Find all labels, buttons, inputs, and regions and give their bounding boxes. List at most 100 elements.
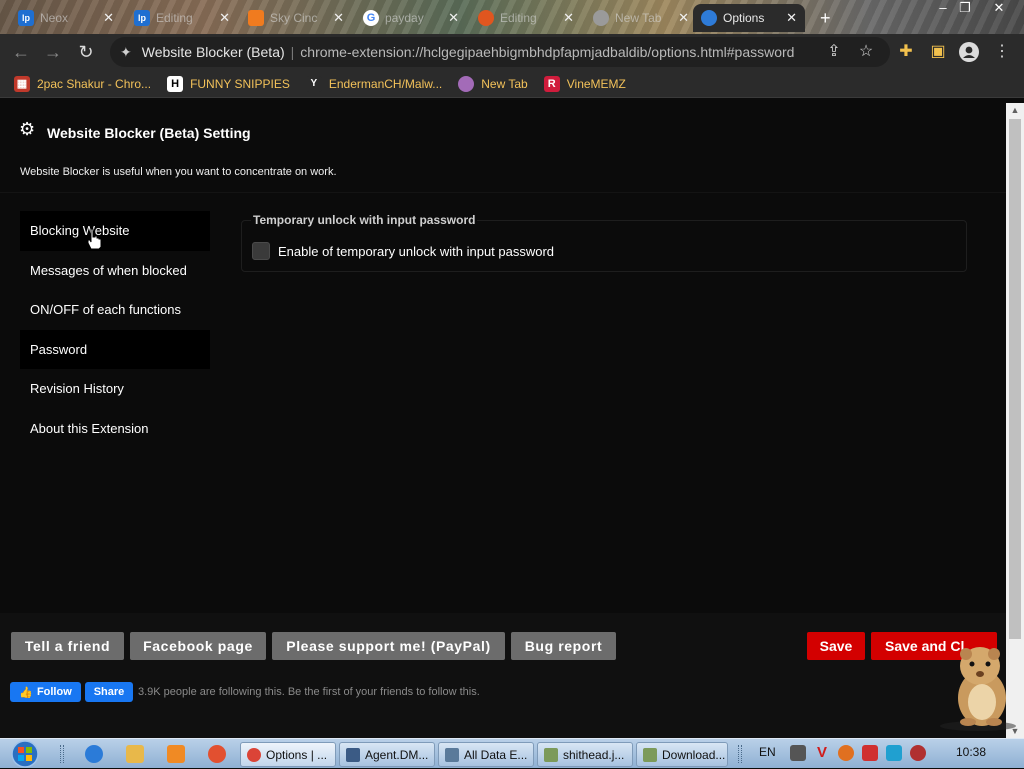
scroll-up-icon[interactable]: ▲: [1006, 103, 1024, 117]
minimize-icon[interactable]: –: [932, 0, 954, 18]
bookmark-new-tab[interactable]: New Tab: [458, 75, 528, 92]
temporary-unlock-row[interactable]: Enable of temporary unlock with input pa…: [252, 242, 554, 260]
bug-report-button[interactable]: Bug report: [511, 632, 616, 660]
extensions-icon[interactable]: ✚: [896, 42, 916, 62]
tab-editing-2[interactable]: Editing ✕: [470, 4, 582, 32]
task-options[interactable]: Options | ...: [240, 742, 336, 767]
tab-editing[interactable]: lp Editing ✕: [126, 4, 238, 32]
task-shithead[interactable]: shithead.j...: [537, 742, 633, 767]
temporary-unlock-checkbox[interactable]: [252, 242, 270, 260]
network-icon[interactable]: [886, 745, 902, 761]
facebook-page-button[interactable]: Facebook page: [130, 632, 266, 660]
facebook-follow-text: 3.9K people are following this. Be the f…: [138, 686, 480, 698]
address-bar[interactable]: ✦ Website Blocker (Beta) | chrome-extens…: [110, 37, 890, 67]
facebook-like-icon: 👍: [19, 686, 33, 699]
bookmark-2pac[interactable]: ▦ 2pac Shakur - Chro...: [14, 75, 151, 92]
windows-start-icon[interactable]: [8, 739, 42, 769]
tray-icon[interactable]: [790, 745, 806, 761]
menu-icon[interactable]: ⋮: [992, 42, 1012, 62]
bookmark-label: EndermanCH/Malw...: [328, 76, 443, 91]
task-label: Download...: [662, 747, 726, 762]
chrome-icon: [593, 10, 609, 26]
star-icon[interactable]: ☆: [856, 42, 876, 62]
language-indicator[interactable]: EN: [759, 745, 776, 759]
sidebar-item-revision-history[interactable]: Revision History: [20, 369, 210, 409]
bookmark-endermanch[interactable]: Y EndermanCH/Malw...: [305, 75, 443, 92]
page-subtitle: Website Blocker is useful when you want …: [20, 166, 337, 178]
reload-icon[interactable]: ↻: [75, 42, 97, 64]
ie-icon[interactable]: [85, 745, 103, 763]
close-icon[interactable]: ✕: [563, 10, 574, 26]
app-icon[interactable]: [208, 745, 226, 763]
bookmark-label: FUNNY SNIPPIES: [190, 76, 290, 91]
sidebar-item-blocking-website[interactable]: Blocking Website: [20, 211, 210, 251]
task-label: Agent.DM...: [365, 747, 429, 762]
antivirus-icon[interactable]: V: [814, 745, 830, 761]
new-tab-button[interactable]: +: [812, 4, 838, 32]
sidepanel-icon[interactable]: ▣: [928, 42, 948, 62]
lp-icon: lp: [134, 10, 150, 26]
tab-new-tab[interactable]: New Tab ✕: [585, 4, 697, 32]
script-icon: [643, 747, 657, 762]
tell-a-friend-button[interactable]: Tell a friend: [11, 632, 124, 660]
tab-label: Editing: [156, 11, 193, 25]
bookmark-icon: ▦: [14, 75, 30, 92]
yp-icon: Y: [305, 75, 322, 92]
bookmark-funny-snippies[interactable]: H FUNNY SNIPPIES: [167, 75, 290, 92]
tab-neox[interactable]: lp Neox ✕: [10, 4, 122, 32]
folder-icon[interactable]: [126, 745, 144, 763]
site-name: Website Blocker (Beta): [141, 44, 285, 60]
taskbar-grip: [738, 745, 742, 763]
browser-toolbar: ← → ↻ ✦ Website Blocker (Beta) | chrome-…: [0, 34, 1024, 70]
tab-label: Editing: [500, 11, 537, 25]
task-download[interactable]: Download...: [636, 742, 728, 767]
window-icon: [346, 747, 360, 762]
bookmark-vinememz[interactable]: R VineMEMZ: [543, 75, 626, 92]
google-icon: G: [363, 10, 379, 26]
task-label: All Data E...: [464, 747, 528, 762]
scroll-thumb[interactable]: [1009, 119, 1021, 639]
sidebar-item-about[interactable]: About this Extension: [20, 409, 210, 449]
r-icon: R: [543, 75, 560, 92]
paypal-support-button[interactable]: Please support me! (PayPal): [272, 632, 505, 660]
page-header: ⚙ Website Blocker (Beta) Setting Website…: [0, 103, 1006, 193]
clock[interactable]: 10:38: [956, 745, 986, 759]
close-icon[interactable]: ✕: [333, 10, 344, 26]
lp-icon: lp: [18, 10, 34, 26]
back-icon[interactable]: ←: [10, 42, 32, 64]
tab-sky-cinc[interactable]: Sky Cinc ✕: [240, 4, 352, 32]
close-icon[interactable]: ✕: [219, 10, 230, 26]
search-tray-icon[interactable]: [838, 745, 854, 761]
close-icon[interactable]: ✕: [103, 10, 114, 26]
facebook-share-button[interactable]: Share: [85, 682, 133, 702]
volume-icon[interactable]: [910, 745, 926, 761]
close-icon[interactable]: ✕: [448, 10, 459, 26]
orange-tab-icon: [248, 10, 264, 26]
save-button[interactable]: Save: [807, 632, 865, 660]
follow-label: Follow: [36, 686, 72, 698]
share-icon[interactable]: ⇪: [824, 42, 844, 62]
close-window-icon[interactable]: ✕: [988, 0, 1010, 18]
facebook-follow-button[interactable]: 👍 Follow: [10, 682, 81, 702]
tab-payday[interactable]: G payday ✕: [355, 4, 467, 32]
profile-icon[interactable]: [959, 42, 979, 62]
checkbox-label[interactable]: Enable of temporary unlock with input pa…: [278, 244, 554, 259]
close-icon[interactable]: ✕: [786, 10, 797, 26]
flag-icon[interactable]: [862, 745, 878, 761]
tab-options[interactable]: Options ✕: [693, 4, 805, 32]
media-player-icon[interactable]: [167, 745, 185, 763]
bookmarks-bar: ▦ 2pac Shakur - Chro... H FUNNY SNIPPIES…: [0, 70, 1024, 98]
close-icon[interactable]: ✕: [678, 10, 689, 26]
sidebar-item-onoff[interactable]: ON/OFF of each functions: [20, 290, 210, 330]
tab-label: payday: [385, 11, 424, 25]
windows-taskbar: Options | ... Agent.DM... All Data E... …: [0, 738, 1024, 768]
task-all-data[interactable]: All Data E...: [438, 742, 534, 767]
tab-label: New Tab: [615, 11, 662, 25]
maximize-icon[interactable]: ❐: [954, 0, 976, 18]
taskbar-grip: [60, 745, 64, 763]
script-icon: [544, 747, 558, 762]
task-agent[interactable]: Agent.DM...: [339, 742, 435, 767]
sidebar-item-password[interactable]: Password: [20, 329, 210, 369]
forward-icon[interactable]: →: [42, 42, 64, 64]
sidebar-item-messages[interactable]: Messages of when blocked: [20, 251, 210, 291]
